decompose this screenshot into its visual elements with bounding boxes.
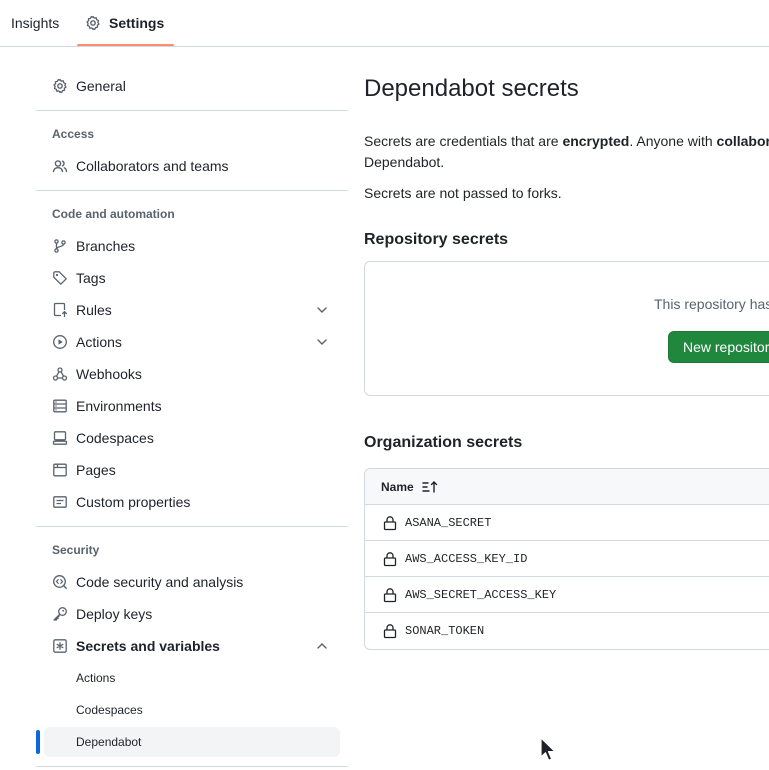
note-icon (52, 494, 68, 510)
sidebar-group-security: Security (52, 543, 100, 557)
organization-secrets-table: Name ASANA_SECRET AWS_ACCESS_KEY_ID AWS_… (364, 468, 769, 650)
sidebar-item-label: Actions (76, 334, 122, 350)
sidebar-item-rules[interactable]: Rules (44, 294, 340, 326)
asterisk-icon (52, 638, 68, 654)
chevron-down-icon (317, 307, 327, 313)
sidebar-item-label: Tags (76, 270, 106, 286)
table-row: SONAR_TOKEN (365, 613, 769, 649)
sidebar-item-general[interactable]: General (44, 70, 340, 102)
sidebar-subitem-label: Codespaces (76, 703, 143, 717)
people-icon (52, 158, 68, 174)
tab-insights-label: Insights (11, 15, 60, 31)
sidebar-subitem-codespaces[interactable]: Codespaces (44, 695, 340, 725)
sidebar-item-label: Code security and analysis (76, 574, 244, 590)
secret-name: AWS_ACCESS_KEY_ID (405, 551, 528, 566)
new-repository-secret-button[interactable]: New repository (668, 331, 769, 363)
lock-icon (383, 624, 397, 639)
secret-name: ASANA_SECRET (405, 515, 492, 530)
sidebar-item-label: Codespaces (76, 430, 154, 446)
repo-push-icon (52, 302, 68, 318)
sidebar-item-label: Deploy keys (76, 606, 153, 622)
sidebar-item-custom-properties[interactable]: Custom properties (44, 486, 340, 518)
mouse-cursor-icon (540, 737, 556, 761)
lock-icon (383, 587, 397, 602)
sidebar-item-collaborators[interactable]: Collaborators and teams (44, 150, 340, 182)
codespaces-icon (52, 430, 68, 446)
sidebar-item-tags[interactable]: Tags (44, 262, 340, 294)
table-row: AWS_ACCESS_KEY_ID (365, 541, 769, 577)
sidebar-subitem-label: Dependabot (76, 735, 142, 749)
repository-secrets-heading: Repository secrets (364, 231, 509, 248)
desc-text: . Anyone with (629, 133, 717, 149)
sidebar-item-pages[interactable]: Pages (44, 454, 340, 486)
sidebar-item-environments[interactable]: Environments (44, 390, 340, 422)
table-row: AWS_SECRET_ACCESS_KEY (365, 577, 769, 613)
lock-icon (383, 551, 397, 566)
tab-settings[interactable]: Settings (77, 0, 174, 46)
chevron-up-icon (317, 643, 327, 649)
secrets-description: Secrets are credentials that are encrypt… (364, 131, 769, 173)
sidebar-subitem-actions[interactable]: Actions (44, 663, 340, 693)
organization-secrets-heading: Organization secrets (364, 434, 523, 451)
column-header-name: Name (381, 479, 414, 494)
sidebar-item-label: Rules (76, 302, 112, 318)
sidebar-item-label: Collaborators and teams (76, 158, 229, 174)
play-icon (52, 334, 68, 350)
sidebar-item-label: Pages (76, 462, 116, 478)
codescan-icon (52, 574, 68, 590)
desc-bold-collaborator: collabor (716, 133, 769, 149)
gear-icon (86, 15, 100, 31)
desc-text: Secrets are credentials that are (364, 133, 563, 149)
desc-bold-encrypted: encrypted (562, 133, 630, 149)
desc-text: Dependabot. (364, 154, 445, 170)
sidebar-item-label: Secrets and variables (76, 638, 220, 654)
sidebar-item-label: Environments (76, 398, 162, 414)
sidebar-item-deploy-keys[interactable]: Deploy keys (44, 598, 340, 630)
table-row: ASANA_SECRET (365, 505, 769, 541)
active-item-indicator (36, 730, 40, 754)
sidebar-item-codespaces[interactable]: Codespaces (44, 422, 340, 454)
secret-name: AWS_SECRET_ACCESS_KEY (405, 587, 557, 602)
sidebar-divider (36, 110, 348, 111)
page-title: Dependabot secrets (364, 75, 579, 102)
webhook-icon (52, 366, 68, 382)
gear-icon (52, 78, 68, 94)
tab-active-underline (77, 44, 174, 46)
sidebar-item-secrets-variables[interactable]: Secrets and variables (44, 630, 340, 662)
sidebar-item-label: Custom properties (76, 494, 191, 510)
sidebar-item-branches[interactable]: Branches (44, 230, 340, 262)
git-branch-icon (52, 238, 68, 254)
chevron-down-icon (317, 339, 327, 345)
tab-insights[interactable]: Insights (11, 0, 59, 46)
key-icon (52, 606, 68, 622)
sidebar-item-label: Webhooks (76, 366, 142, 382)
repository-secrets-empty-box: This repository has New repository (364, 261, 769, 396)
forks-note: Secrets are not passed to forks. (364, 185, 562, 201)
sidebar-item-webhooks[interactable]: Webhooks (44, 358, 340, 390)
sidebar-subitem-dependabot[interactable]: Dependabot (44, 727, 340, 757)
sidebar-subitem-label: Actions (76, 671, 116, 685)
sidebar-item-label: General (76, 78, 126, 94)
sidebar-item-code-security[interactable]: Code security and analysis (44, 566, 340, 598)
sidebar-divider (36, 190, 348, 191)
sidebar-group-code-automation: Code and automation (52, 207, 175, 221)
repo-tab-bar: Insights Settings (0, 0, 769, 47)
sidebar-item-label: Branches (76, 238, 136, 254)
tab-settings-label: Settings (109, 15, 165, 31)
browser-icon (52, 462, 68, 478)
repository-secrets-empty-text: This repository has (654, 296, 769, 312)
server-icon (52, 398, 68, 414)
sort-ascending-icon[interactable] (421, 480, 440, 494)
sidebar-divider (36, 526, 348, 527)
lock-icon (383, 515, 397, 530)
tag-icon (52, 270, 68, 286)
table-header: Name (365, 469, 769, 505)
sidebar-item-actions[interactable]: Actions (44, 326, 340, 358)
secret-name: SONAR_TOKEN (405, 624, 485, 638)
sidebar-group-access: Access (52, 127, 95, 141)
sidebar-divider (36, 766, 348, 767)
